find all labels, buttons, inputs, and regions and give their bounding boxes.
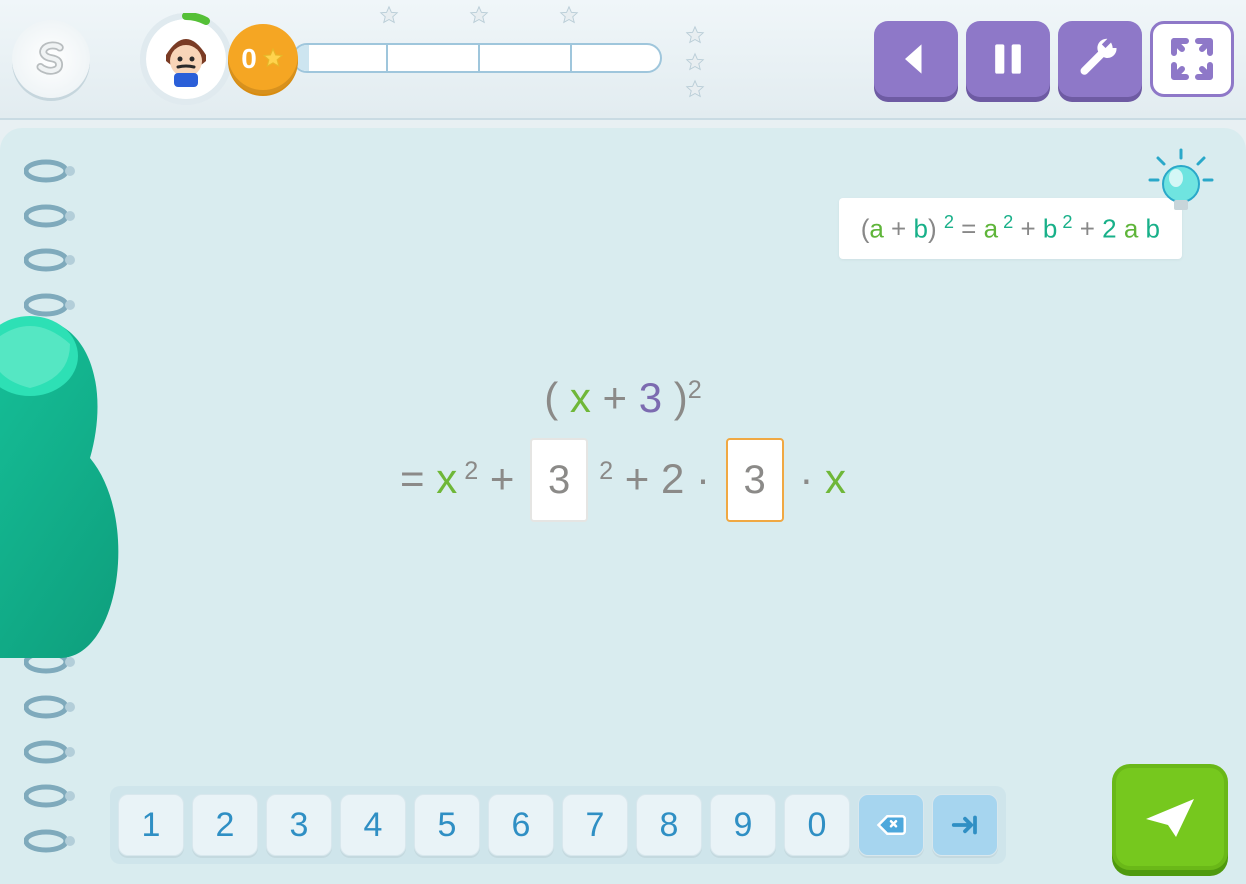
key-3[interactable]: 3 — [266, 794, 332, 856]
score-value: 0 — [241, 43, 257, 75]
key-8[interactable]: 8 — [636, 794, 702, 856]
app-logo — [12, 20, 90, 98]
wrench-icon — [1078, 37, 1122, 81]
paper-plane-icon — [1142, 789, 1198, 845]
answer-box-1[interactable]: 3 — [530, 438, 588, 522]
fullscreen-button[interactable] — [1150, 21, 1234, 97]
avatar — [140, 13, 232, 105]
avatar-progress-arc — [140, 13, 232, 105]
key-9[interactable]: 9 — [710, 794, 776, 856]
key-1[interactable]: 1 — [118, 794, 184, 856]
key-5[interactable]: 5 — [414, 794, 480, 856]
hint-b: b — [913, 214, 927, 244]
tab-right-icon — [950, 810, 980, 840]
score-badge: 0 — [228, 24, 298, 94]
key-next[interactable] — [932, 794, 998, 856]
progress-end-stars — [684, 25, 706, 106]
key-2[interactable]: 2 — [192, 794, 258, 856]
keypad: 1 2 3 4 5 6 7 8 9 0 — [110, 786, 1006, 864]
pause-button[interactable] — [966, 21, 1050, 97]
hint-formula: (a + b) 2 = a 2 + b 2 + 2 a b — [839, 198, 1182, 259]
equation-line-1: ( x + 3 )2 — [400, 358, 846, 438]
top-bar: 0 — [0, 0, 1246, 120]
equation-line-2: = x 2 + 3 2 + 2 · 3 · x — [400, 438, 846, 522]
key-0[interactable]: 0 — [784, 794, 850, 856]
submit-button[interactable] — [1112, 764, 1228, 870]
answer-box-2[interactable]: 3 — [726, 438, 784, 522]
logo-s-icon — [29, 37, 73, 81]
settings-button[interactable] — [1058, 21, 1142, 97]
key-6[interactable]: 6 — [488, 794, 554, 856]
progress-bar — [292, 43, 662, 73]
chevron-left-icon — [894, 37, 938, 81]
backspace-icon — [876, 810, 906, 840]
lightbulb-icon — [1146, 148, 1216, 218]
fullscreen-icon — [1168, 35, 1216, 83]
notebook-area: (a + b) 2 = a 2 + b 2 + 2 a b ( x + 3 )2… — [0, 128, 1246, 884]
star-icon — [261, 47, 285, 71]
back-button[interactable] — [874, 21, 958, 97]
hint-button[interactable] — [1146, 148, 1216, 218]
progress-area — [292, 29, 672, 89]
key-backspace[interactable] — [858, 794, 924, 856]
key-4[interactable]: 4 — [340, 794, 406, 856]
pause-icon — [986, 37, 1030, 81]
equation: ( x + 3 )2 = x 2 + 3 2 + 2 · 3 · x — [400, 358, 846, 522]
spiral-binding — [24, 138, 94, 874]
topbar-right-controls — [874, 21, 1234, 97]
key-7[interactable]: 7 — [562, 794, 628, 856]
hint-a: a — [869, 214, 883, 244]
